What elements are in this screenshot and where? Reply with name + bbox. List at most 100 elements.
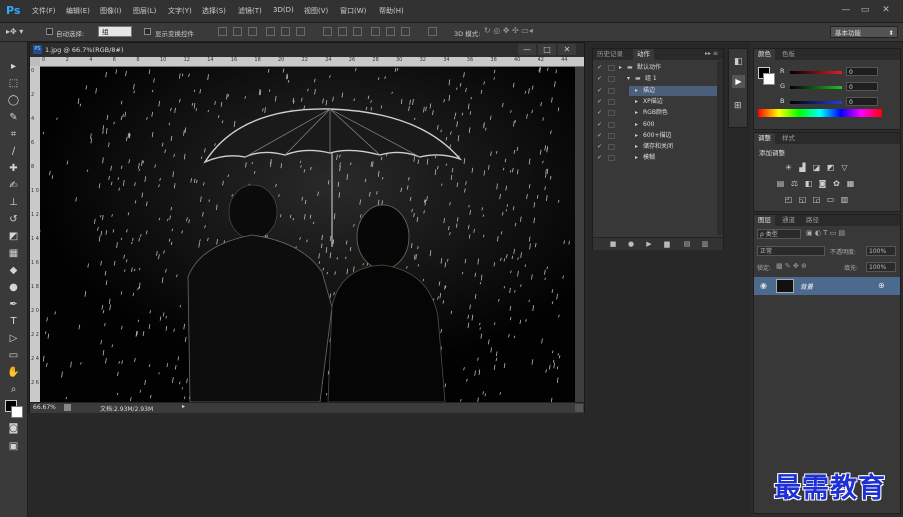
distribute-left-icon[interactable] — [371, 27, 380, 36]
red-track[interactable] — [790, 71, 842, 74]
quick-mask-icon[interactable]: ◙ — [7, 422, 20, 435]
color-lookup-icon[interactable]: ▦ — [846, 179, 855, 188]
marquee-tool-icon[interactable]: ⬚ — [7, 77, 20, 90]
tab-styles[interactable]: 样式 — [778, 133, 799, 144]
eraser-tool-icon[interactable]: ◩ — [7, 230, 20, 243]
type-tool-icon[interactable]: T — [7, 315, 20, 328]
auto-select-checkbox[interactable] — [46, 28, 53, 35]
tab-history[interactable]: 历史记录 — [593, 49, 627, 60]
action-toggle-check-icon[interactable]: ✓ — [597, 120, 602, 130]
green-channel-slider[interactable]: G 0 — [758, 82, 898, 93]
hand-tool-icon[interactable]: ✋ — [7, 366, 20, 379]
align-left-icon[interactable] — [266, 27, 275, 36]
move-tool-icon[interactable]: ▸ — [7, 60, 20, 73]
panel-menu-icon[interactable]: ▸▸ ≡ — [705, 50, 718, 57]
tab-swatches[interactable]: 色板 — [778, 49, 799, 60]
chevron-right-icon[interactable]: ▸ — [635, 120, 638, 130]
threshold-icon[interactable]: ◲ — [812, 195, 821, 204]
play-icon[interactable]: ▶ — [645, 240, 653, 248]
lock-icons[interactable]: ▩ ✎ ✥ ⊕ — [776, 262, 807, 270]
new-set-icon[interactable]: ▆ — [663, 240, 671, 248]
dialog-toggle-box[interactable] — [608, 132, 615, 139]
menu-image[interactable]: 图像(I) — [100, 6, 122, 16]
lasso-tool-icon[interactable]: ◯ — [7, 94, 20, 107]
healing-brush-tool-icon[interactable]: ✚ — [7, 162, 20, 175]
new-action-icon[interactable]: ▤ — [683, 240, 691, 248]
dialog-toggle-box[interactable] — [608, 121, 615, 128]
move-tool-preset-icon[interactable]: ▸✥ ▾ — [6, 27, 23, 36]
layer-kind-filter[interactable]: ρ 类型 — [757, 229, 801, 239]
history-brush-tool-icon[interactable]: ↺ — [7, 213, 20, 226]
blue-channel-slider[interactable]: B 0 — [758, 97, 898, 108]
align-bottom-icon[interactable] — [248, 27, 257, 36]
distribute-right-icon[interactable] — [401, 27, 410, 36]
action-toggle-check-icon[interactable]: ✓ — [597, 108, 602, 118]
zoom-level[interactable]: 66.67% — [33, 404, 56, 411]
menu-filter[interactable]: 滤镜(T) — [238, 6, 262, 16]
green-track[interactable] — [790, 86, 842, 89]
brightness-icon[interactable]: ☀ — [784, 163, 793, 172]
tab-color[interactable]: 颜色 — [754, 49, 775, 60]
ruler-corner[interactable] — [30, 57, 40, 66]
menu-select[interactable]: 选择(S) — [202, 6, 226, 16]
chevron-down-icon[interactable]: ▾ — [627, 74, 630, 84]
zoom-tool-icon[interactable]: ⌕ — [7, 383, 20, 396]
show-transform-checkbox[interactable] — [144, 28, 151, 35]
tab-actions[interactable]: 动作 — [633, 49, 654, 60]
menu-help[interactable]: 帮助(H) — [379, 6, 404, 16]
chevron-right-icon[interactable]: ▸ — [635, 153, 638, 163]
document-minimize-button[interactable]: — — [518, 44, 536, 55]
menu-3d[interactable]: 3D(D) — [273, 6, 294, 14]
distribute-top-icon[interactable] — [323, 27, 332, 36]
action-toggle-check-icon[interactable]: ✓ — [597, 142, 602, 152]
invert-icon[interactable]: ◰ — [784, 195, 793, 204]
document-maximize-button[interactable]: □ — [538, 44, 556, 55]
auto-align-icon[interactable] — [428, 27, 437, 36]
action-toggle-check-icon[interactable]: ✓ — [597, 74, 602, 84]
channel-mixer-icon[interactable]: ✿ — [832, 179, 841, 188]
color-spectrum-bar[interactable] — [758, 109, 882, 117]
delete-icon[interactable]: ▥ — [701, 240, 709, 248]
posterize-icon[interactable]: ◱ — [798, 195, 807, 204]
distribute-hcenter-icon[interactable] — [386, 27, 395, 36]
dialog-toggle-box[interactable] — [608, 155, 615, 162]
action-toggle-check-icon[interactable]: ✓ — [597, 97, 602, 107]
chevron-right-icon[interactable]: ▸ — [619, 63, 622, 73]
chevron-right-icon[interactable]: ▸ — [635, 108, 638, 118]
dialog-toggle-box[interactable] — [608, 98, 615, 105]
document-close-button[interactable]: ✕ — [558, 44, 576, 55]
gradient-tool-icon[interactable]: ▦ — [7, 247, 20, 260]
background-color-swatch[interactable] — [11, 406, 23, 418]
layer-filter-icons[interactable]: ▣ ◐ T ▭ ▤ — [806, 229, 845, 237]
action-row[interactable]: ✓ ▸ ▬ 默认动作 — [593, 63, 717, 73]
workspace-dropdown[interactable]: 基本功能 ⬍ — [830, 26, 898, 38]
blue-value[interactable]: 0 — [846, 97, 878, 106]
restore-button[interactable]: ▭ — [857, 4, 873, 16]
actions-scrollbar[interactable] — [717, 61, 723, 235]
tab-adjustments[interactable]: 调整 — [754, 133, 775, 144]
minimize-button[interactable]: — — [838, 4, 854, 16]
chevron-right-icon[interactable]: ▸ — [635, 97, 638, 107]
red-value[interactable]: 0 — [846, 67, 878, 76]
status-share-icon[interactable] — [64, 404, 71, 411]
menu-edit[interactable]: 编辑(E) — [66, 6, 90, 16]
green-value[interactable]: 0 — [846, 82, 878, 91]
color-balance-icon[interactable]: ⚖ — [790, 179, 799, 188]
tab-channels[interactable]: 通道 — [778, 215, 799, 226]
dialog-toggle-box[interactable] — [608, 110, 615, 117]
action-row[interactable]: ▸ 描边 — [629, 85, 717, 96]
gradient-map-icon[interactable]: ▭ — [826, 195, 835, 204]
record-icon[interactable]: ● — [627, 240, 635, 248]
levels-icon[interactable]: ▟ — [798, 163, 807, 172]
pen-tool-icon[interactable]: ✒ — [7, 298, 20, 311]
auto-select-dropdown[interactable]: 组 — [98, 26, 132, 37]
red-channel-slider[interactable]: R 0 — [758, 67, 898, 78]
opacity-field[interactable]: 100% — [866, 246, 896, 256]
blue-track[interactable] — [790, 101, 842, 104]
selective-color-icon[interactable]: ▥ — [840, 195, 849, 204]
action-toggle-check-icon[interactable]: ✓ — [597, 86, 602, 96]
document-titlebar[interactable]: PS 1.jpg @ 66.7%(RGB/8#) — □ ✕ — [30, 43, 584, 57]
blur-tool-icon[interactable]: ◆ — [7, 264, 20, 277]
distribute-bottom-icon[interactable] — [353, 27, 362, 36]
vibrance-icon[interactable]: ▽ — [840, 163, 849, 172]
